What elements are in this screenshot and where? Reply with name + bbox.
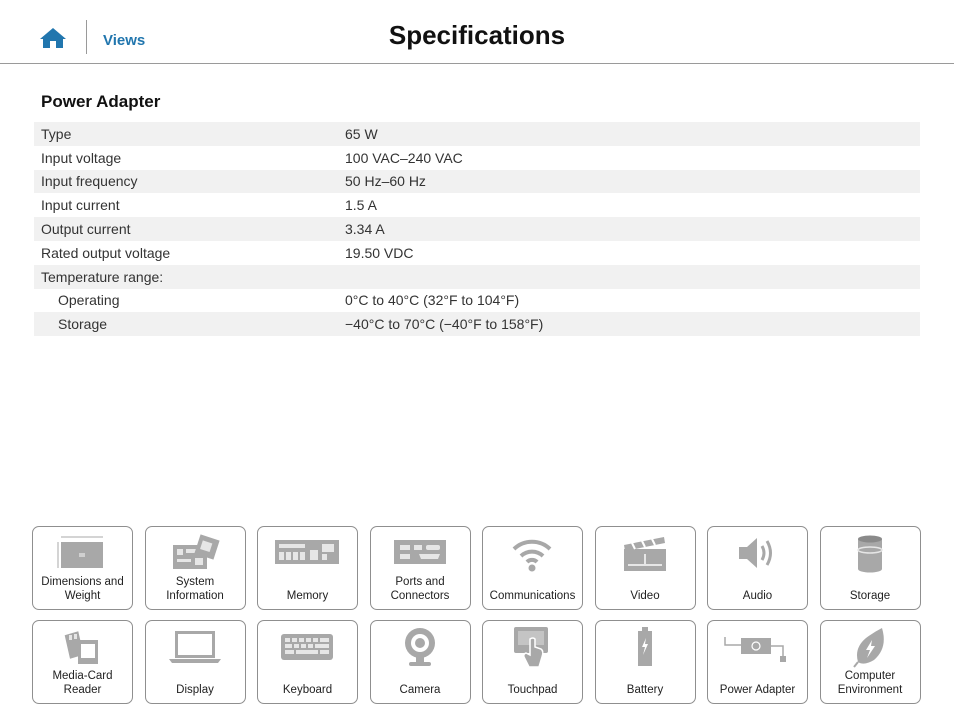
spec-value: 1.5 A — [345, 197, 377, 214]
spec-row: Storage −40°C to 70°C (−40°F to 158°F) — [34, 312, 920, 337]
spec-row: Operating 0°C to 40°C (32°F to 104°F) — [34, 289, 920, 313]
spec-label: Temperature range: — [41, 268, 164, 285]
tile-label: Touchpad — [507, 684, 558, 696]
spec-row: Type 65 W — [34, 122, 920, 146]
tile-battery[interactable]: Battery — [594, 620, 696, 704]
spec-row: Temperature range: — [34, 264, 920, 289]
tile-computer-environment[interactable]: Computer Environment — [819, 620, 921, 704]
webcam-icon — [371, 625, 469, 669]
spec-label: Operating — [58, 292, 120, 309]
tile-video[interactable]: Video — [594, 526, 696, 610]
media-card-icon — [33, 625, 131, 669]
spec-value: −40°C to 70°C (−40°F to 158°F) — [345, 316, 544, 333]
tile-storage[interactable]: Storage — [819, 526, 921, 610]
tile-label: Communications — [489, 590, 576, 602]
spec-row: Output current 3.34 A — [34, 217, 920, 241]
spec-value: 100 VAC–240 VAC — [345, 149, 463, 166]
touchpad-icon — [483, 625, 581, 669]
memory-module-icon — [258, 531, 356, 575]
clapperboard-icon — [596, 531, 694, 575]
wifi-icon — [483, 531, 581, 575]
tile-power-adapter[interactable]: Power Adapter — [707, 620, 808, 704]
tile-label: Memory — [286, 590, 329, 602]
tile-label: Media-Card Reader — [52, 670, 113, 696]
motherboard-icon — [146, 531, 244, 575]
leaf-icon — [821, 625, 919, 669]
section-title: Power Adapter — [41, 92, 161, 111]
tile-camera[interactable]: Camera — [369, 620, 471, 704]
spec-label: Rated output voltage — [41, 244, 171, 261]
tile-audio[interactable]: Audio — [707, 526, 808, 610]
storage-drive-icon — [821, 531, 919, 575]
tile-keyboard[interactable]: Keyboard — [257, 620, 358, 704]
tile-label: Video — [630, 590, 660, 602]
tile-memory[interactable]: Memory — [257, 526, 358, 610]
ports-icon — [371, 531, 469, 575]
spec-value: 19.50 VDC — [345, 244, 414, 261]
keyboard-icon — [258, 625, 356, 669]
spec-row: Rated output voltage 19.50 VDC — [34, 241, 920, 265]
power-adapter-icon — [708, 625, 806, 669]
header: Views Specifications — [0, 0, 954, 64]
tile-label: Audio — [742, 590, 773, 602]
spec-row: Input frequency 50 Hz–60 Hz — [34, 169, 920, 194]
page-title: Specifications — [388, 20, 566, 50]
spec-label: Storage — [58, 316, 108, 333]
tile-touchpad[interactable]: Touchpad — [482, 620, 583, 704]
tile-ports-and-connectors[interactable]: Ports and Connectors — [369, 526, 471, 610]
tile-media-card-reader[interactable]: Media-Card Reader — [32, 620, 133, 704]
tile-label: Battery — [626, 684, 664, 696]
tile-label: Computer Environment — [837, 670, 903, 696]
laptop-dimensions-icon — [33, 531, 131, 575]
spec-value: 50 Hz–60 Hz — [345, 173, 426, 190]
speaker-icon — [708, 531, 806, 575]
spec-value: 65 W — [345, 125, 378, 142]
spec-table: Type 65 W Input voltage 100 VAC–240 VAC … — [34, 122, 920, 337]
tile-label: Power Adapter — [719, 684, 796, 696]
tile-label: Storage — [849, 590, 891, 602]
spec-value: 3.34 A — [345, 221, 385, 238]
spec-row: Input current 1.5 A — [34, 193, 920, 217]
tile-label: Ports and Connectors — [390, 576, 450, 602]
spec-label: Output current — [41, 221, 131, 238]
spec-row: Input voltage 100 VAC–240 VAC — [34, 146, 920, 170]
tile-label: Keyboard — [282, 684, 333, 696]
tile-label: Display — [176, 684, 214, 696]
spec-value: 0°C to 40°C (32°F to 104°F) — [345, 292, 520, 309]
tile-communications[interactable]: Communications — [482, 526, 583, 610]
spec-label: Input voltage — [41, 149, 122, 166]
battery-icon — [596, 625, 694, 669]
spec-nav-grid: Dimensions and Weight System Information… — [32, 526, 921, 705]
tile-display[interactable]: Display — [144, 620, 246, 704]
tile-system-information[interactable]: System Information — [144, 526, 246, 610]
spec-label: Type — [41, 125, 72, 142]
spec-label: Input current — [41, 197, 120, 214]
tile-label: Dimensions and Weight — [41, 576, 124, 602]
tile-label: System Information — [166, 576, 224, 602]
spec-label: Input frequency — [41, 173, 138, 190]
tile-label: Camera — [399, 684, 441, 696]
display-laptop-icon — [146, 625, 244, 669]
tile-dimensions-and-weight[interactable]: Dimensions and Weight — [32, 526, 133, 610]
